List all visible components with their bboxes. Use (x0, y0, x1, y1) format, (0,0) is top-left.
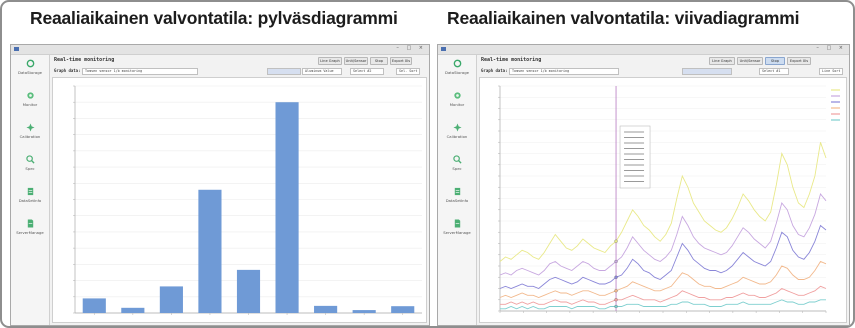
page-title: Real-time monitoring (481, 57, 542, 63)
graph-data-input[interactable]: Tomsen sensor 1/b monitoring (509, 68, 619, 75)
sidebar-item-label: Monitor (22, 102, 38, 107)
window-controls[interactable]: – □ × (396, 45, 426, 51)
cursor-point (614, 259, 618, 264)
sidebar-item-label: Calibration (19, 134, 41, 139)
bar[interactable] (121, 307, 145, 313)
sort-dropdown[interactable]: Line Sort (819, 68, 843, 75)
sidebar: DataStorage Monitor Calibration Spec Dat… (438, 55, 477, 325)
series-line[interactable] (499, 193, 827, 276)
series-line[interactable] (499, 224, 827, 290)
pane-header: Real-time monitoring Line Graph Unit/Sen… (479, 56, 847, 66)
sidebar-item-label: Monitor (449, 102, 465, 107)
sidebar-item-label: DataStorage (18, 70, 42, 75)
stop-button[interactable]: Stop (370, 57, 388, 65)
sidebar-item-monitor[interactable]: Monitor (438, 91, 476, 121)
bar[interactable] (352, 310, 376, 313)
spec-icon (25, 155, 35, 164)
graph-data-label: Graph data: (481, 68, 508, 73)
sidebar-item-datastorage[interactable]: DataStorage (11, 59, 49, 89)
cursor-point (614, 275, 618, 279)
sidebar: DataStorage Monitor Calibration Spec Dat… (11, 55, 50, 325)
title-bar: – □ × (438, 45, 849, 55)
app-icon (441, 47, 446, 51)
sidebar-item-label: ServerManage (443, 230, 471, 235)
range-input[interactable] (682, 68, 732, 75)
sidebar-item-label: Spec (452, 166, 462, 171)
window-controls[interactable]: – □ × (816, 45, 846, 51)
sidebar-item-servermanage[interactable]: ServerManage (438, 219, 476, 249)
sidebar-item-label: DataStorage (445, 70, 469, 75)
tooltip (619, 125, 651, 189)
caption-bar-chart: Reaaliaikainen valvontatila: pylväsdiagr… (30, 8, 398, 28)
cursor-point (614, 304, 618, 309)
sidebar-item-label: Spec (25, 166, 35, 171)
spec-icon (452, 155, 462, 164)
bar-chart-area (52, 77, 427, 323)
unit-sensor-button[interactable]: Unit/Sensor (344, 57, 368, 65)
refresh-icon (453, 59, 461, 68)
sidebar-item-datasetinfo[interactable]: DataSetInfo (438, 187, 476, 217)
bar[interactable] (236, 269, 261, 313)
bar[interactable] (275, 102, 299, 313)
graph-data-label: Graph data: (54, 68, 81, 73)
sort-dropdown[interactable]: Sel. Sort (396, 68, 420, 75)
stop-button[interactable]: Stop (765, 57, 785, 65)
sidebar-item-datasetinfo[interactable]: DataSetInfo (11, 187, 49, 217)
app-icon (14, 47, 19, 51)
bar[interactable] (391, 306, 415, 313)
cursor-point (614, 298, 618, 302)
bar[interactable] (82, 298, 106, 313)
export-xls-button[interactable]: Export Xls (787, 57, 811, 65)
database-icon (454, 187, 460, 196)
monitor-icon (26, 92, 34, 99)
cursor-point (614, 289, 618, 293)
bar[interactable] (159, 286, 183, 313)
graph-controls: Graph data: Tomsen sensor 1/b monitoring… (52, 67, 427, 76)
line-chart-area (479, 77, 847, 323)
select-dropdown[interactable]: Select #2 (350, 68, 384, 75)
sidebar-item-spec[interactable]: Spec (11, 155, 49, 185)
sidebar-item-label: ServerManage (16, 230, 44, 235)
app-window-line: – □ × DataStorage Monitor Calibration Sp… (437, 44, 850, 326)
main-pane: Real-time monitoring Line Graph Unit/Sen… (52, 56, 427, 323)
sidebar-item-label: DataSetInfo (18, 198, 42, 203)
cursor-point (614, 239, 618, 243)
app-window-bar: – □ × DataStorage Monitor Calibration Sp… (10, 44, 430, 326)
bar[interactable] (198, 189, 222, 313)
monitor-icon (453, 92, 461, 99)
calibration-icon (25, 123, 35, 132)
export-xls-button[interactable]: Export Xls (390, 57, 412, 65)
sidebar-item-calibration[interactable]: Calibration (11, 123, 49, 153)
refresh-icon (26, 59, 34, 68)
sidebar-item-servermanage[interactable]: ServerManage (11, 219, 49, 249)
graph-controls: Graph data: Tomsen sensor 1/b monitoring… (479, 67, 847, 76)
line-chart (498, 85, 840, 313)
range-input[interactable] (267, 68, 301, 75)
sidebar-item-datastorage[interactable]: DataStorage (438, 59, 476, 89)
sidebar-item-spec[interactable]: Spec (438, 155, 476, 185)
sidebar-item-monitor[interactable]: Monitor (11, 91, 49, 121)
sidebar-item-label: Calibration (446, 134, 468, 139)
line-graph-button[interactable]: Line Graph (318, 57, 342, 65)
title-bar: – □ × (11, 45, 429, 55)
sidebar-item-calibration[interactable]: Calibration (438, 123, 476, 153)
caption-line-chart: Reaaliaikainen valvontatila: viivadiagra… (447, 8, 800, 28)
page-title: Real-time monitoring (54, 57, 115, 63)
sidebar-item-label: DataSetInfo (445, 198, 469, 203)
select-dropdown[interactable]: Select #1 (759, 68, 789, 75)
unit-sensor-button[interactable]: Unit/Sensor (737, 57, 763, 65)
graph-data-input[interactable]: Tomsen sensor 1/b monitoring (82, 68, 198, 75)
calibration-icon (452, 123, 462, 132)
main-pane: Real-time monitoring Line Graph Unit/Sen… (479, 56, 847, 323)
bar[interactable] (314, 305, 338, 313)
file-icon (454, 219, 460, 228)
file-icon (27, 219, 33, 228)
line-graph-button[interactable]: Line Graph (709, 57, 735, 65)
value-select[interactable]: Aluminum Value (302, 68, 342, 75)
database-icon (27, 187, 33, 196)
bar-chart (73, 85, 422, 315)
pane-header: Real-time monitoring Line Graph Unit/Sen… (52, 56, 427, 66)
